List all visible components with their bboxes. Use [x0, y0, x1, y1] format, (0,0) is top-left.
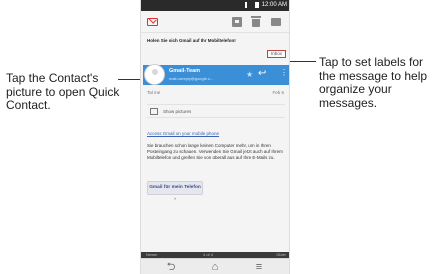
status-bar: 12:00 AM	[141, 0, 289, 11]
message-subject: Holen Sie sich Gmail auf Ihr Mobiltelefo…	[147, 38, 236, 43]
status-time: 12:00 AM	[261, 2, 287, 8]
contact-avatar[interactable]	[144, 64, 165, 85]
overflow-menu-icon[interactable]: ⋮	[280, 68, 288, 77]
access-gmail-link[interactable]: Access Gmail on your mobile phone	[147, 131, 219, 136]
star-icon[interactable]: ★	[246, 70, 253, 79]
navigation-bar: ⮌ ⌂ ≡	[141, 258, 289, 274]
callout-labels: Tap to set labels for the message to hel…	[319, 55, 428, 110]
action-bar	[141, 11, 289, 33]
battery-icon	[254, 2, 259, 8]
inbox-label[interactable]: Inbox	[267, 50, 286, 58]
status-icons: 12:00 AM	[244, 2, 287, 8]
show-pictures-label: Show pictures	[163, 109, 192, 114]
reply-icon[interactable]: ↩	[258, 68, 266, 79]
show-pictures-button[interactable]: Show pictures	[147, 104, 285, 118]
picture-icon	[150, 108, 158, 115]
message-date: Feb 6	[272, 90, 284, 95]
leader-line-right	[286, 61, 316, 62]
gmail-icon[interactable]	[147, 18, 158, 26]
trash-icon[interactable]	[251, 16, 261, 27]
signal-icon	[244, 2, 252, 8]
label-icon[interactable]	[271, 18, 281, 26]
sender-name: Gmail-Team	[169, 68, 201, 74]
message-body: Sie brauchen schon lange keinen Computer…	[147, 143, 283, 160]
phone-screen: 12:00 AM Holen Sie sich Gmail auf Ihr Mo…	[140, 0, 290, 274]
sender-header[interactable]: Gmail-Team mail-noreply@google.c... ★ ↩ …	[143, 64, 289, 85]
sender-email: mail-noreply@google.c...	[169, 76, 214, 81]
menu-icon[interactable]: ≡	[249, 261, 269, 273]
back-icon[interactable]: ⮌	[161, 261, 181, 273]
gmail-phone-button[interactable]: Gmail für mein Telefon ›	[147, 181, 203, 202]
home-icon[interactable]: ⌂	[205, 261, 225, 273]
archive-icon[interactable]	[232, 17, 242, 27]
recipient-line[interactable]: Tal me	[147, 90, 287, 95]
callout-quick-contact: Tap the Contact's picture to open Quick …	[6, 71, 120, 112]
